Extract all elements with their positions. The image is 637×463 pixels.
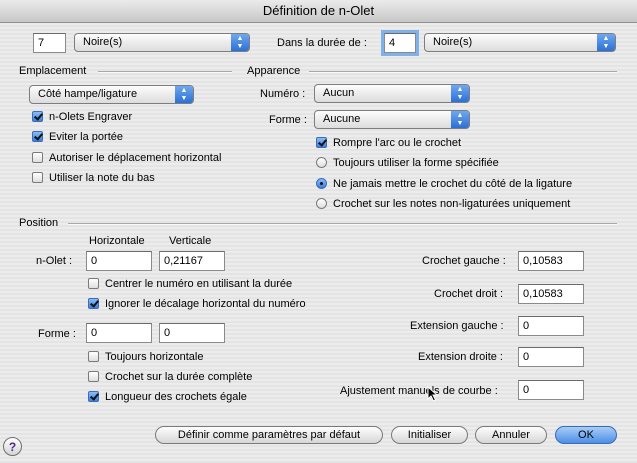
forme-vertical-input[interactable]: 0: [159, 323, 225, 343]
set-default-button[interactable]: Définir comme paramètres par défaut: [155, 426, 383, 444]
emplacement-heading: Emplacement: [19, 65, 87, 77]
window-title: Définition de n-Olet: [0, 0, 637, 23]
left-hook-label: Crochet gauche :: [422, 255, 506, 267]
curve-adjust-input[interactable]: 0: [518, 380, 584, 400]
duration-input[interactable]: 4: [384, 33, 416, 53]
numero-label: Numéro :: [260, 88, 306, 100]
checkbox-use-bottom-note[interactable]: Utiliser la note du bas: [32, 171, 155, 185]
checkbox-label: Rompre l'arc ou le crochet: [333, 137, 462, 149]
radio-never-beam-side[interactable]: Ne jamais mettre le crochet du côté de l…: [316, 177, 572, 191]
up-down-arrows-icon: ▲ ▼: [175, 86, 193, 103]
vertical-column-header: Verticale: [169, 235, 212, 247]
checkbox-unchecked[interactable]: [88, 351, 99, 362]
tuplet-count-unit-popup[interactable]: Noire(s) ▲ ▼: [74, 33, 250, 52]
checkbox-checked[interactable]: [88, 298, 99, 309]
numero-popup[interactable]: Aucun ▲ ▼: [314, 84, 470, 103]
forme-popup[interactable]: Aucune ▲ ▼: [314, 110, 470, 129]
radio-unselected[interactable]: [316, 157, 327, 168]
cancel-button[interactable]: Annuler: [475, 426, 547, 444]
popup-value: Aucun: [323, 87, 355, 99]
right-hook-input[interactable]: 0,10583: [518, 284, 584, 304]
mouse-pointer-icon: [427, 386, 439, 402]
nolet-vertical-input[interactable]: 0,21167: [159, 251, 225, 271]
duration-unit-popup[interactable]: Noire(s) ▲ ▼: [424, 33, 616, 52]
dialog-content: 7 Noire(s) ▲ ▼ Dans la durée de : 4 Noire…: [0, 23, 637, 463]
up-down-arrows-icon: ▲ ▼: [451, 111, 469, 128]
checkbox-label: Longueur des crochets égale: [105, 391, 247, 403]
nolet-horizontal-input[interactable]: 0: [86, 251, 152, 271]
position-separator: [68, 223, 617, 225]
right-extension-input[interactable]: 0: [518, 347, 584, 367]
checkbox-full-duration[interactable]: Crochet sur la durée complète: [88, 370, 252, 384]
right-extension-label: Extension droite :: [418, 351, 503, 363]
checkbox-checked[interactable]: [32, 131, 43, 142]
curve-adjust-label: Ajustement manuels de courbe :: [340, 385, 498, 397]
left-extension-input[interactable]: 0: [518, 316, 584, 336]
checkbox-always-horizontal[interactable]: Toujours horizontale: [88, 350, 203, 364]
radio-selected[interactable]: [316, 178, 327, 189]
popup-value: Aucune: [323, 113, 361, 125]
popup-value: Côté hampe/ligature: [38, 88, 138, 100]
checkbox-label: Crochet sur la durée complète: [105, 371, 253, 383]
left-extension-label: Extension gauche :: [410, 320, 504, 332]
right-hook-label: Crochet droit :: [434, 288, 504, 300]
checkbox-avoid-staff[interactable]: Eviter la portée: [32, 130, 123, 144]
nolet-label: n-Olet :: [36, 255, 73, 267]
checkbox-checked[interactable]: [316, 137, 327, 148]
checkbox-label: Utiliser la note du bas: [49, 172, 155, 184]
checkbox-equal-lengths[interactable]: Longueur des crochets égale: [88, 390, 247, 404]
checkbox-engraver[interactable]: n-Olets Engraver: [32, 110, 132, 124]
checkbox-checked[interactable]: [32, 111, 43, 122]
left-hook-input[interactable]: 0,10583: [518, 251, 584, 271]
position-forme-label: Forme :: [38, 328, 76, 340]
placement-popup[interactable]: Côté hampe/ligature ▲ ▼: [29, 85, 194, 104]
forme-label: Forme :: [269, 114, 307, 126]
tuplet-count-input[interactable]: 7: [33, 33, 66, 53]
radio-unselected[interactable]: [316, 198, 327, 209]
position-heading: Position: [19, 217, 59, 229]
checkbox-label: Toujours horizontale: [105, 351, 204, 363]
checkbox-ignore-offset[interactable]: Ignorer le décalage horizontal du numéro: [88, 297, 306, 311]
radio-label: Toujours utiliser la forme spécifiée: [333, 157, 499, 169]
reset-button[interactable]: Initialiser: [391, 426, 468, 444]
up-down-arrows-icon: ▲ ▼: [231, 34, 249, 51]
radio-unbeamed-only[interactable]: Crochet sur les notes non-ligaturées uni…: [316, 197, 570, 211]
apparence-heading: Apparence: [247, 65, 301, 77]
checkbox-unchecked[interactable]: [88, 278, 99, 289]
forme-horizontal-input[interactable]: 0: [86, 323, 152, 343]
ok-button[interactable]: OK: [555, 426, 617, 444]
checkbox-label: Ignorer le décalage horizontal du numéro: [105, 298, 306, 310]
checkbox-allow-horizontal-drag[interactable]: Autoriser le déplacement horizontal: [32, 151, 221, 165]
checkbox-break-slur[interactable]: Rompre l'arc ou le crochet: [316, 136, 461, 150]
horizontal-column-header: Horizontale: [89, 235, 145, 247]
checkbox-center-number[interactable]: Centrer le numéro en utilisant la durée: [88, 277, 292, 291]
checkbox-label: Eviter la portée: [49, 131, 123, 143]
up-down-arrows-icon: ▲ ▼: [451, 85, 469, 102]
radio-always-use-shape[interactable]: Toujours utiliser la forme spécifiée: [316, 156, 499, 170]
checkbox-unchecked[interactable]: [32, 172, 43, 183]
popup-value: Noire(s): [83, 36, 123, 48]
checkbox-checked[interactable]: [88, 391, 99, 402]
duration-label: Dans la durée de :: [277, 37, 367, 49]
checkbox-label: Autoriser le déplacement horizontal: [49, 152, 222, 164]
popup-value: Noire(s): [433, 36, 473, 48]
checkbox-unchecked[interactable]: [88, 371, 99, 382]
apparence-separator: [309, 71, 617, 73]
radio-label: Ne jamais mettre le crochet du côté de l…: [333, 178, 573, 190]
checkbox-label: n-Olets Engraver: [49, 111, 133, 123]
up-down-arrows-icon: ▲ ▼: [597, 34, 615, 51]
help-button[interactable]: ?: [3, 437, 22, 456]
emplacement-separator: [98, 71, 232, 73]
radio-label: Crochet sur les notes non-ligaturées uni…: [333, 198, 571, 210]
checkbox-label: Centrer le numéro en utilisant la durée: [105, 278, 293, 290]
checkbox-unchecked[interactable]: [32, 152, 43, 163]
